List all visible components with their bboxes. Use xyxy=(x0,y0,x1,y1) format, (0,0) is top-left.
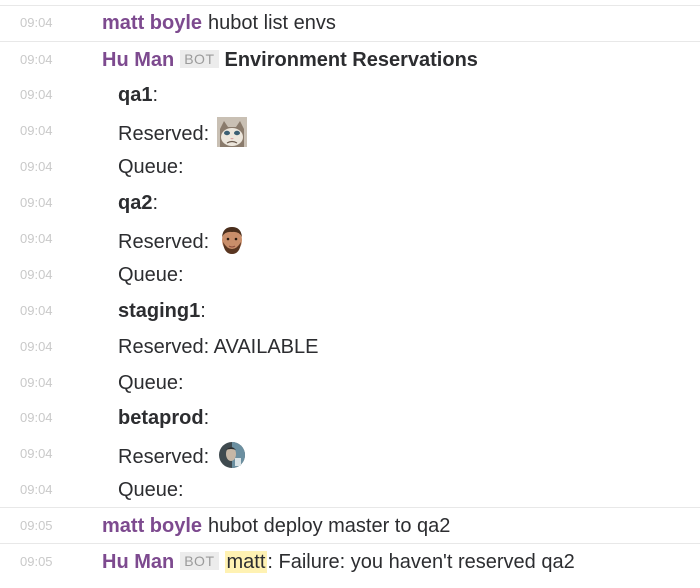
message-row: 09:04 betaprod: xyxy=(0,400,700,436)
timestamp[interactable]: 09:05 xyxy=(20,518,53,533)
sender-name[interactable]: matt boyle xyxy=(102,515,202,537)
bearded-man-avatar-icon[interactable] xyxy=(216,225,247,255)
environment-name: qa1 xyxy=(118,84,153,106)
colon: : xyxy=(152,84,159,106)
message-content: Reserved: AVAILABLE xyxy=(118,333,318,361)
message-text: hubot deploy master to qa2 xyxy=(208,515,451,537)
bot-badge: BOT xyxy=(180,50,219,68)
grumpy-cat-avatar-icon[interactable] xyxy=(216,117,247,147)
environment-name: betaprod xyxy=(118,407,204,429)
message-content: Queue: xyxy=(118,369,184,397)
reserved-label: Reserved: xyxy=(118,123,210,145)
environment-name: qa2 xyxy=(118,192,153,214)
reserved-label: Reserved: xyxy=(118,231,210,253)
sender-name[interactable]: Hu Man xyxy=(102,551,174,573)
sender-name[interactable]: Hu Man xyxy=(102,49,174,71)
message-row: 09:04 qa2: xyxy=(0,185,700,221)
message-row: 09:04 Queue: xyxy=(0,472,700,508)
timestamp[interactable]: 09:04 xyxy=(20,410,53,425)
timestamp[interactable]: 09:04 xyxy=(20,15,53,30)
queue-label: Queue: xyxy=(118,372,184,394)
message-row: 09:04 Queue: xyxy=(0,365,700,401)
message-content: Queue: xyxy=(118,261,184,289)
timestamp[interactable]: 09:05 xyxy=(20,554,53,569)
timestamp[interactable]: 09:04 xyxy=(20,195,53,210)
timestamp[interactable]: 09:04 xyxy=(20,303,53,318)
message-title: Environment Reservations xyxy=(224,49,478,71)
timestamp[interactable]: 09:04 xyxy=(20,231,53,246)
timestamp[interactable]: 09:04 xyxy=(20,123,53,138)
message-text: : Failure: you haven't reserved qa2 xyxy=(267,551,575,573)
message-content: Reserved: xyxy=(118,117,247,148)
message-text: hubot list envs xyxy=(208,12,336,34)
message-content: Queue: xyxy=(118,476,184,504)
message-content: Hu Man BOT matt: Failure: you haven't rese… xyxy=(102,548,575,576)
message-content: Reserved: xyxy=(118,225,247,256)
message-row: 09:04 staging1: xyxy=(0,293,700,329)
message-content: Queue: xyxy=(118,153,184,181)
timestamp[interactable]: 09:04 xyxy=(20,159,53,174)
message-row: 09:04 Reserved: xyxy=(0,436,700,472)
reserved-label: Reserved: AVAILABLE xyxy=(118,336,319,358)
message-row: 09:04 qa1: xyxy=(0,77,700,113)
round-photo-avatar-icon[interactable] xyxy=(216,440,247,470)
queue-label: Queue: xyxy=(118,264,184,286)
message-content: staging1: xyxy=(118,297,206,325)
message-row: 09:05 matt boyle hubot deploy master to q… xyxy=(0,507,700,544)
message-content: qa1: xyxy=(118,81,158,109)
queue-label: Queue: xyxy=(118,479,184,501)
message-row: 09:05 Hu Man BOT matt: Failure: you haven'… xyxy=(0,543,700,580)
bot-badge: BOT xyxy=(180,552,219,570)
timestamp[interactable]: 09:04 xyxy=(20,482,53,497)
message-content: betaprod: xyxy=(118,404,209,432)
colon: : xyxy=(203,407,210,429)
message-row: 09:04 Reserved: AVAILABLE xyxy=(0,329,700,365)
message-row: 09:04 matt boyle hubot list envs xyxy=(0,5,700,41)
queue-label: Queue: xyxy=(118,156,184,178)
colon: : xyxy=(200,300,206,322)
sender-name[interactable]: matt boyle xyxy=(102,12,202,34)
environment-name: staging1 xyxy=(118,300,201,322)
message-content: matt boyle hubot deploy master to qa2 xyxy=(102,512,450,540)
timestamp[interactable]: 09:04 xyxy=(20,52,53,67)
message-row: 09:04 Queue: xyxy=(0,149,700,185)
timestamp[interactable]: 09:04 xyxy=(20,446,53,461)
timestamp[interactable]: 09:04 xyxy=(20,267,53,282)
message-content: Hu Man BOT Environment Reservations xyxy=(102,46,478,74)
message-row: 09:04 Reserved: xyxy=(0,221,700,257)
timestamp[interactable]: 09:04 xyxy=(20,339,53,354)
message-content: Reserved: xyxy=(118,440,247,471)
message-row: 09:04 Queue: xyxy=(0,257,700,293)
message-row: 09:04 Reserved: xyxy=(0,113,700,149)
message-content: matt boyle hubot list envs xyxy=(102,9,336,37)
message-content: qa2: xyxy=(118,189,158,217)
reserved-label: Reserved: xyxy=(118,446,210,468)
timestamp[interactable]: 09:04 xyxy=(20,375,53,390)
user-mention[interactable]: matt xyxy=(224,551,268,573)
message-row: 09:04 Hu Man BOT Environment Reservations xyxy=(0,41,700,78)
colon: : xyxy=(152,192,159,214)
timestamp[interactable]: 09:04 xyxy=(20,87,53,102)
chat-transcript: 09:04 matt boyle hubot list envs 09:04 Hu… xyxy=(0,0,700,588)
